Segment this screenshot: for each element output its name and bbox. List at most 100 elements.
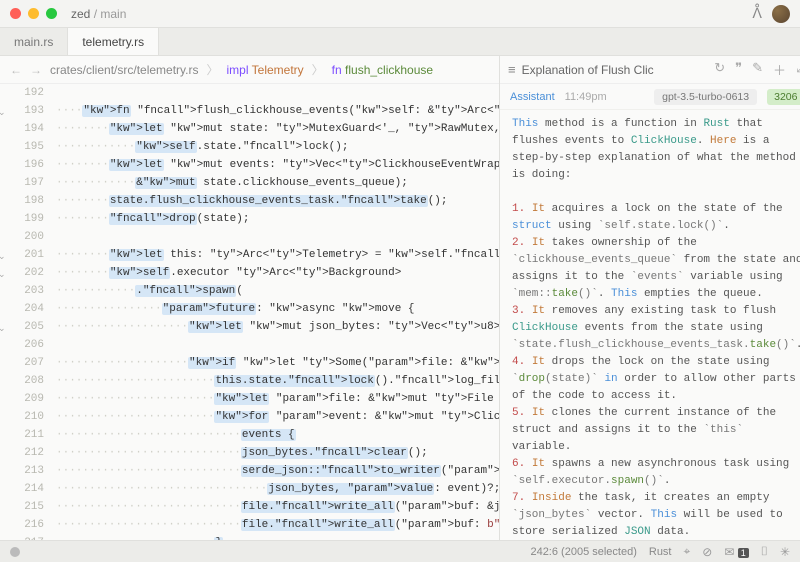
code-line[interactable]: ································json_byt… <box>56 480 499 498</box>
code-line[interactable]: ················"param">future: "kw">asy… <box>56 300 499 318</box>
expand-icon[interactable]: ⤢ <box>796 60 800 79</box>
language-mode[interactable]: Rust <box>649 546 672 558</box>
project-name: zed <box>71 7 90 21</box>
titlebar: zed / main ᐰ <box>0 0 800 28</box>
code-line[interactable]: ························this.state."fnca… <box>56 372 499 390</box>
cursor-position[interactable]: 242:6 (2005 selected) <box>530 546 636 558</box>
tab-main-rs[interactable]: main.rs <box>0 28 68 55</box>
code-line[interactable]: ····························file."fncall… <box>56 498 499 516</box>
code-editor[interactable]: 192193⌄194195196197198199200201⌄202⌄2032… <box>0 84 499 540</box>
breadcrumb-path[interactable]: crates/client/src/telemetry.rs <box>50 63 198 77</box>
user-icon[interactable]: ᐰ <box>752 5 762 22</box>
code-line[interactable]: ············"kw">self.state."fncall">loc… <box>56 138 499 156</box>
assistant-role[interactable]: Assistant <box>510 91 555 103</box>
nav-forward-icon[interactable]: → <box>30 63 42 77</box>
code-line[interactable]: ········"kw">self.executor "ty">Arc<"ty"… <box>56 264 499 282</box>
code-line[interactable]: ····························events { <box>56 426 499 444</box>
assistant-icon: ≡ <box>508 62 516 77</box>
code-line[interactable]: ····················"kw">if "kw">let "ty… <box>56 354 499 372</box>
code-line[interactable]: ········"fncall">drop(state); <box>56 210 499 228</box>
tab-bar: main.rs telemetry.rs <box>0 28 800 56</box>
breadcrumb-separator: 〉 <box>206 61 218 78</box>
line-number: 200 <box>0 228 44 246</box>
branch-name: main <box>100 7 126 21</box>
line-number: 199 <box>0 210 44 228</box>
line-number: 214 <box>0 480 44 498</box>
maximize-window-button[interactable] <box>46 8 57 19</box>
code-line[interactable]: ························"kw">for "param"… <box>56 408 499 426</box>
code-line[interactable]: ············&"kw">mut state.clickhouse_e… <box>56 174 499 192</box>
status-dot-icon[interactable] <box>10 547 20 557</box>
code-line[interactable] <box>56 228 499 246</box>
assistant-title: Explanation of Flush Clic <box>522 63 654 77</box>
line-gutter: 192193⌄194195196197198199200201⌄202⌄2032… <box>0 84 50 540</box>
token-badge: 3206 <box>767 89 800 105</box>
breadcrumb-fn-name[interactable]: flush_clickhouse <box>345 63 433 77</box>
line-number: 207 <box>0 354 44 372</box>
line-number: 205⌄ <box>0 318 44 336</box>
line-number: 204 <box>0 300 44 318</box>
line-number: 198 <box>0 192 44 210</box>
code-line[interactable]: ········"kw">let "kw">mut events: "ty">V… <box>56 156 499 174</box>
code-line[interactable]: ········"kw">let "kw">mut state: "ty">Mu… <box>56 120 499 138</box>
code-line[interactable]: ························} <box>56 534 499 540</box>
code-line[interactable]: ····························file."fncall… <box>56 516 499 534</box>
editor-pane: ← → crates/client/src/telemetry.rs 〉 imp… <box>0 56 500 540</box>
breadcrumb-fn-kw[interactable]: fn <box>332 63 342 77</box>
breadcrumb-impl-type[interactable]: Telemetry <box>252 63 304 77</box>
code-line[interactable]: ························"kw">let "param"… <box>56 390 499 408</box>
code-lines[interactable]: ····"kw">fn "fncall">flush_clickhouse_ev… <box>56 84 499 540</box>
feedback-icon[interactable]: ✉ 1 <box>724 545 748 559</box>
code-line[interactable]: ····························json_bytes."… <box>56 444 499 462</box>
line-number: 203 <box>0 282 44 300</box>
quote-icon[interactable]: ❞ <box>735 60 742 79</box>
copilot-icon[interactable]: ⌖ <box>684 544 691 559</box>
line-number: 194 <box>0 120 44 138</box>
assistant-actions: ↻ ❞ ✎ ＋ ⤢ <box>714 60 800 79</box>
history-icon[interactable]: ↻ <box>714 60 725 79</box>
diagnostics-icon[interactable]: ⊘ <box>702 545 712 559</box>
statusbar: 242:6 (2005 selected) Rust ⌖ ⊘ ✉ 1 ⌷ ✳ <box>0 540 800 562</box>
avatar[interactable] <box>772 5 790 23</box>
breadcrumb-separator: 〉 <box>312 61 324 78</box>
line-number: 215 <box>0 498 44 516</box>
code-line[interactable] <box>56 84 499 102</box>
model-badge[interactable]: gpt-3.5-turbo-0613 <box>654 89 757 105</box>
line-number: 209 <box>0 390 44 408</box>
code-line[interactable]: ········"kw">let this: "ty">Arc<"ty">Tel… <box>56 246 499 264</box>
code-line[interactable]: ············."fncall">spawn( <box>56 282 499 300</box>
assistant-time: 11:49pm <box>565 91 607 103</box>
tab-telemetry-rs[interactable]: telemetry.rs <box>68 28 159 55</box>
line-number: 202⌄ <box>0 264 44 282</box>
close-window-button[interactable] <box>10 8 21 19</box>
terminal-icon[interactable]: ⌷ <box>761 544 768 559</box>
nav-back-icon[interactable]: ← <box>10 63 22 77</box>
line-number: 217 <box>0 534 44 540</box>
breadcrumb-impl-kw[interactable]: impl <box>227 63 249 77</box>
line-number: 206 <box>0 336 44 354</box>
wand-icon[interactable]: ✎ <box>752 60 763 79</box>
line-number: 211 <box>0 426 44 444</box>
line-number: 192 <box>0 84 44 102</box>
line-number: 195 <box>0 138 44 156</box>
new-conversation-icon[interactable]: ＋ <box>773 60 786 79</box>
project-path[interactable]: zed / main <box>71 7 126 21</box>
line-number: 197 <box>0 174 44 192</box>
code-line[interactable]: ····························serde_json::… <box>56 462 499 480</box>
assistant-body[interactable]: This method is a function in Rust that f… <box>500 110 800 540</box>
code-line[interactable]: ········state.flush_clickhouse_events_ta… <box>56 192 499 210</box>
code-line[interactable]: ····"kw">fn "fncall">flush_clickhouse_ev… <box>56 102 499 120</box>
line-number: 208 <box>0 372 44 390</box>
assistant-header: ≡ Explanation of Flush Clic ↻ ❞ ✎ ＋ ⤢ <box>500 56 800 84</box>
assistant-meta: Assistant 11:49pm gpt-3.5-turbo-0613 320… <box>500 84 800 110</box>
minimize-window-button[interactable] <box>28 8 39 19</box>
breadcrumb: ← → crates/client/src/telemetry.rs 〉 imp… <box>0 56 499 84</box>
code-line[interactable]: ····················"kw">let "kw">mut js… <box>56 318 499 336</box>
assistant-toggle-icon[interactable]: ✳ <box>780 545 790 559</box>
line-number: 196 <box>0 156 44 174</box>
line-number: 201⌄ <box>0 246 44 264</box>
line-number: 213 <box>0 462 44 480</box>
code-line[interactable] <box>56 336 499 354</box>
window-controls <box>10 8 57 19</box>
line-number: 210 <box>0 408 44 426</box>
